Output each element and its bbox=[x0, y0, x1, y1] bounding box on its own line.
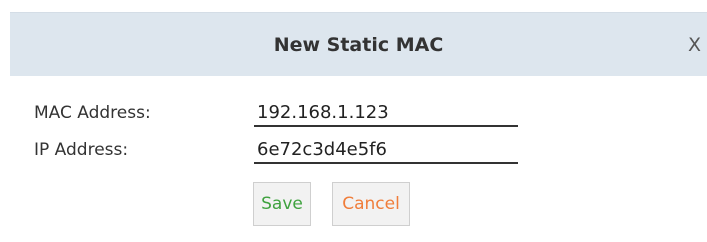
save-button[interactable]: Save bbox=[253, 182, 311, 226]
ip-address-input[interactable] bbox=[254, 136, 518, 164]
mac-address-input[interactable] bbox=[254, 99, 518, 127]
ip-address-label: IP Address: bbox=[34, 140, 129, 160]
cancel-button[interactable]: Cancel bbox=[332, 182, 410, 226]
new-static-mac-dialog: New Static MAC X MAC Address: IP Address… bbox=[0, 0, 707, 242]
ip-address-row: IP Address: bbox=[34, 136, 534, 164]
mac-address-label: MAC Address: bbox=[34, 103, 151, 123]
close-button[interactable]: X bbox=[688, 13, 701, 77]
dialog-header: New Static MAC X bbox=[10, 12, 707, 76]
dialog-title: New Static MAC bbox=[273, 34, 444, 56]
mac-address-row: MAC Address: bbox=[34, 99, 534, 127]
